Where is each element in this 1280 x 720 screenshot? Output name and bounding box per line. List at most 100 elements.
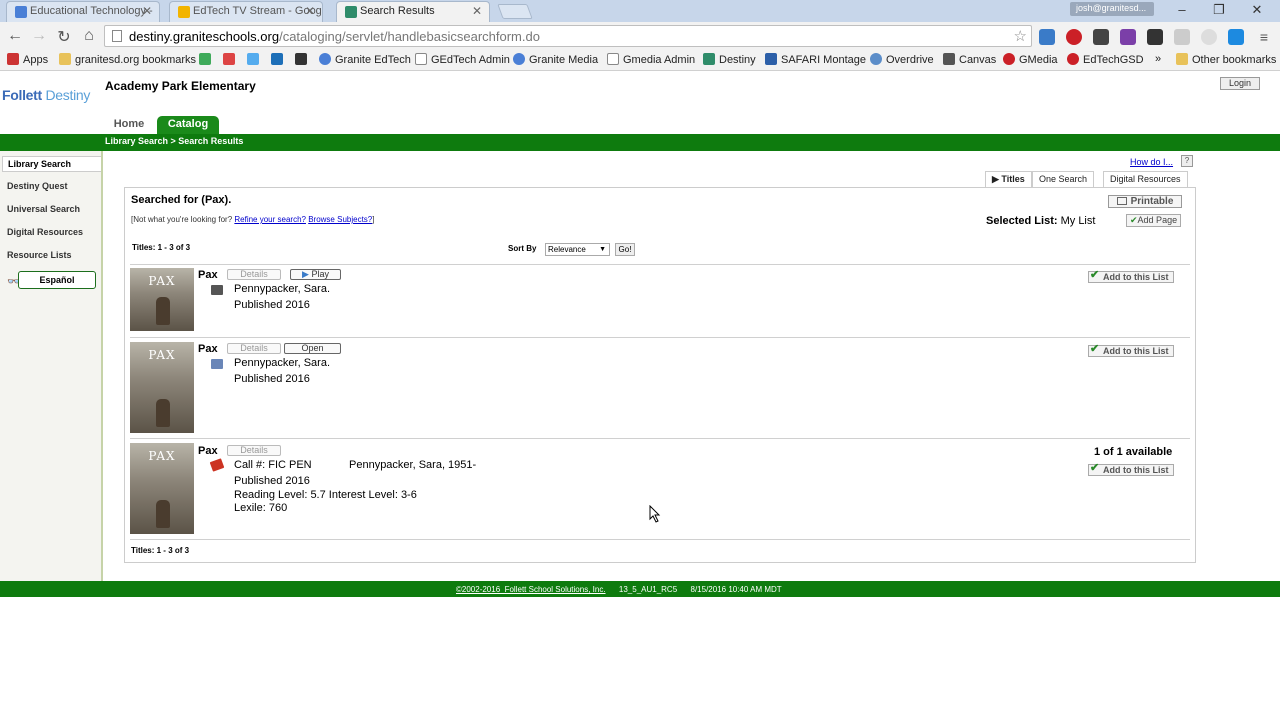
address-bar[interactable]: destiny.graniteschools.org/cataloging/se… <box>104 25 1032 47</box>
tab-edtech-tv-stream[interactable]: EdTech TV Stream - Goog ✕ <box>163 1 329 22</box>
tab-educational-technology[interactable]: Educational Technology - ✕ <box>0 1 166 22</box>
profile-badge[interactable]: josh@granitesd... <box>1070 2 1154 16</box>
divider <box>130 539 1190 540</box>
result-call-number: Call #: FIC PEN <box>234 459 312 471</box>
school-name: Academy Park Elementary <box>105 79 256 93</box>
d-icon[interactable] <box>1228 29 1244 45</box>
pinterest-icon <box>1003 53 1015 65</box>
book-cover[interactable]: PAX <box>130 268 194 331</box>
tab-digital-resources[interactable]: Digital Resources <box>1103 171 1188 187</box>
result-title[interactable]: Pax <box>198 445 218 457</box>
book-cover[interactable]: PAX <box>130 342 194 433</box>
close-icon[interactable]: ✕ <box>142 4 152 18</box>
circle-icon[interactable] <box>1201 29 1217 45</box>
divider <box>130 264 1190 265</box>
selected-list: Selected List: My List <box>986 215 1096 227</box>
extension-cast-icon[interactable] <box>1039 29 1055 45</box>
play-button[interactable]: ▶ Play <box>290 269 341 280</box>
home-icon[interactable]: ⌂ <box>80 27 98 45</box>
twitter-square-icon <box>271 53 283 65</box>
printer-icon <box>1116 197 1127 205</box>
sidebar-item-universal-search[interactable]: Universal Search <box>7 204 80 214</box>
details-button[interactable]: Details <box>227 445 281 456</box>
add-to-list-button[interactable]: ✔ Add to this List <box>1088 344 1174 357</box>
sidebar: Library Search Destiny Quest Universal S… <box>0 151 103 581</box>
bookmark-granite-edtech[interactable]: Granite EdTech <box>319 53 411 66</box>
bookmark-twitter-square[interactable] <box>271 53 287 66</box>
result-published: Published 2016 <box>234 373 310 385</box>
sidebar-item-library-search[interactable]: Library Search <box>2 156 101 172</box>
bookmark-drive[interactable] <box>199 53 215 66</box>
browse-subjects-link[interactable]: Browse Subjects? <box>308 215 372 224</box>
bookmark-twitter[interactable] <box>247 53 263 66</box>
result-title[interactable]: Pax <box>198 269 218 281</box>
onenote-icon[interactable] <box>1120 29 1136 45</box>
bookmark-canvas[interactable]: Canvas <box>943 53 996 66</box>
bookmark-gedtech-admin[interactable]: GEdTech Admin <box>415 53 510 66</box>
add-to-list-button[interactable]: ✔ Add to this List <box>1088 270 1174 283</box>
bookmarks-overflow[interactable]: » <box>1155 53 1161 65</box>
tab-home[interactable]: Home <box>106 116 152 134</box>
page-icon <box>112 30 122 42</box>
details-button[interactable]: Details <box>227 343 281 354</box>
bookmark-safari-montage[interactable]: SAFARI Montage <box>765 53 866 66</box>
result-title[interactable]: Pax <box>198 343 218 355</box>
layers-icon <box>295 53 307 65</box>
google-icon <box>15 6 27 18</box>
refine-search-link[interactable]: Refine your search? <box>234 215 306 224</box>
espanol-button[interactable]: Español <box>18 271 96 289</box>
sidebar-item-resource-lists[interactable]: Resource Lists <box>7 250 72 260</box>
bookmark-granitesd[interactable]: granitesd.org bookmarks <box>59 53 196 66</box>
sidebar-item-digital-resources[interactable]: Digital Resources <box>7 227 83 237</box>
tab-one-search[interactable]: One Search <box>1032 171 1095 187</box>
details-button[interactable]: Details <box>227 269 281 280</box>
tab-catalog[interactable]: Catalog <box>157 116 219 134</box>
google-icon <box>319 53 331 65</box>
bookmark-overdrive[interactable]: Overdrive <box>870 53 934 66</box>
new-tab-button[interactable] <box>497 4 533 19</box>
login-button[interactable]: Login <box>1220 77 1260 90</box>
bookmark-layers[interactable] <box>295 53 311 66</box>
google-icon <box>513 53 525 65</box>
forward-icon[interactable]: → <box>30 27 48 45</box>
bookmark-gmedia-admin[interactable]: Gmedia Admin <box>607 53 695 66</box>
restore-icon[interactable]: ❐ <box>1204 2 1234 18</box>
help-icon[interactable]: ? <box>1181 155 1193 167</box>
minimize-icon[interactable]: – <box>1167 2 1197 17</box>
bookmark-gmedia[interactable]: GMedia <box>1003 53 1058 66</box>
close-icon[interactable]: ✕ <box>472 4 482 18</box>
tab-titles[interactable]: ▶ Titles <box>985 171 1032 187</box>
bookmark-apps[interactable]: Apps <box>7 53 48 66</box>
go-button[interactable]: Go! <box>615 243 635 256</box>
copyright-link[interactable]: ©2002-2016 Follett School Solutions, Inc… <box>456 585 606 594</box>
sort-select[interactable]: Relevance ▼ <box>545 243 610 256</box>
page-icon <box>607 53 619 65</box>
follett-destiny-logo[interactable]: Follett Destiny <box>2 87 90 103</box>
add-to-list-button[interactable]: ✔ Add to this List <box>1088 463 1174 476</box>
layers-icon[interactable] <box>1147 29 1163 45</box>
bookmarks-bar: Apps granitesd.org bookmarks Granite EdT… <box>0 50 1280 71</box>
close-icon[interactable]: ✕ <box>305 4 315 18</box>
ebook-icon <box>211 359 223 369</box>
book-cover[interactable]: PAX <box>130 443 194 534</box>
bookmark-star-icon[interactable]: ☆ <box>1014 27 1027 45</box>
pinterest-icon[interactable] <box>1066 29 1082 45</box>
menu-icon[interactable]: ≡ <box>1256 29 1272 45</box>
m-icon <box>765 53 777 65</box>
bookmark-granite-media[interactable]: Granite Media <box>513 53 598 66</box>
pocket-icon[interactable] <box>1093 29 1109 45</box>
window-close-icon[interactable]: ✕ <box>1242 2 1272 18</box>
how-do-i-link[interactable]: How do I... <box>1130 157 1173 167</box>
bookmark-other[interactable]: Other bookmarks <box>1176 53 1276 66</box>
sidebar-item-destiny-quest[interactable]: Destiny Quest <box>7 181 68 191</box>
bookmark-destiny[interactable]: Destiny <box>703 53 756 66</box>
back-icon[interactable]: ← <box>6 27 24 45</box>
add-page-button[interactable]: ✔Add Page <box>1126 214 1182 227</box>
bookmark-edtechgsd[interactable]: EdTechGSD <box>1067 53 1144 66</box>
bookmark-gmail[interactable] <box>223 53 239 66</box>
open-button[interactable]: Open <box>284 343 341 354</box>
tab-search-results[interactable]: Search Results ✕ <box>330 1 496 22</box>
cloud-icon[interactable] <box>1174 29 1190 45</box>
reload-icon[interactable]: ↻ <box>55 27 73 47</box>
printable-button[interactable]: Printable <box>1108 195 1182 208</box>
